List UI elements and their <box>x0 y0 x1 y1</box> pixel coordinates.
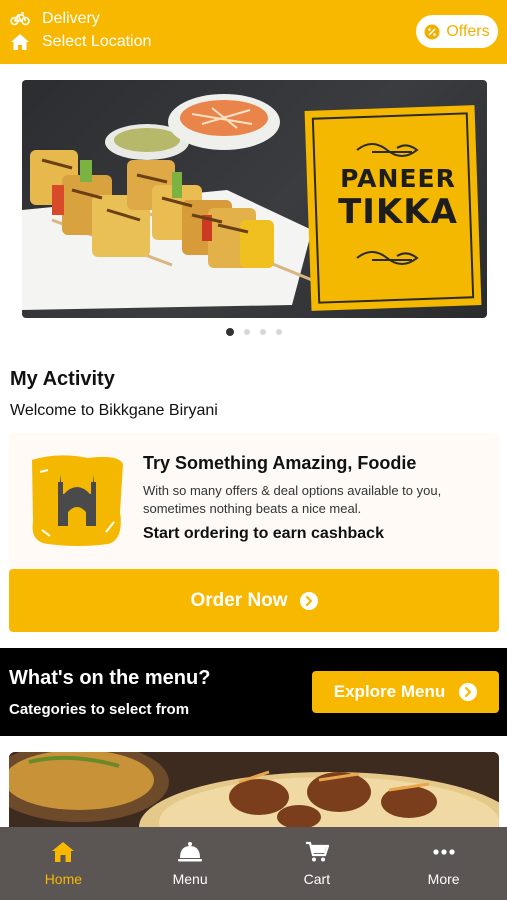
discount-badge-icon <box>424 24 440 39</box>
carousel-indicator <box>0 328 507 336</box>
nav-item-home[interactable]: Home <box>0 827 127 900</box>
nav-item-cart[interactable]: Cart <box>254 827 381 900</box>
home-icon <box>52 842 75 862</box>
offers-button[interactable]: Offers <box>416 15 498 48</box>
card-description: With so many offers & deal options avail… <box>143 483 442 516</box>
cart-icon <box>305 841 329 862</box>
menu-section-subtitle: Categories to select from <box>9 701 190 718</box>
poster-line1: PANEER <box>340 164 456 193</box>
poster-title: PANEER TIKKA <box>318 166 478 229</box>
bottom-navigation: Home Menu Cart More <box>0 827 507 900</box>
card-title: Try Something Amazing, Foodie <box>143 453 417 473</box>
explore-menu-label: Explore Menu <box>333 682 446 701</box>
location-row[interactable]: Select Location <box>10 33 151 51</box>
card-cta: Start ordering to earn cashback <box>143 525 384 542</box>
arrow-circle-icon <box>299 591 318 610</box>
order-now-button[interactable]: Order Now <box>9 569 499 632</box>
carousel-dot-4[interactable] <box>275 329 282 335</box>
nav-label-home: Home <box>44 871 83 887</box>
more-dots-icon <box>433 849 455 855</box>
welcome-text: Welcome to Bikkgane Biryani <box>10 402 218 419</box>
delivery-label: Delivery <box>42 10 100 27</box>
select-location-label: Select Location <box>42 33 152 50</box>
biryani-photo <box>9 752 499 834</box>
carousel-dot-3[interactable] <box>259 329 266 335</box>
biryani-image[interactable] <box>9 752 499 834</box>
bicycle-icon <box>10 12 30 26</box>
offers-label: Offers <box>446 22 490 40</box>
promo-banner[interactable]: PANEER TIKKA <box>22 80 487 318</box>
poster-line2: TIKKA <box>338 192 458 232</box>
cloche-icon <box>178 842 203 862</box>
explore-menu-button[interactable]: Explore Menu <box>312 671 499 713</box>
nav-label-cart: Cart <box>303 871 331 887</box>
carousel-dot-1[interactable] <box>225 328 234 336</box>
order-now-label: Order Now <box>190 589 288 611</box>
nav-label-more: More <box>427 871 460 887</box>
nav-label-menu: Menu <box>172 871 208 887</box>
arrow-circle-icon <box>459 683 478 701</box>
section-title-activity: My Activity <box>10 368 115 390</box>
menu-section-title: What's on the menu? <box>9 667 211 689</box>
delivery-mode-row[interactable]: Delivery <box>10 10 100 28</box>
home-location-icon <box>11 34 29 50</box>
nav-item-menu[interactable]: Menu <box>127 827 254 900</box>
nav-item-more[interactable]: More <box>380 827 507 900</box>
charminar-icon <box>32 455 123 546</box>
carousel-dot-2[interactable] <box>243 329 250 335</box>
